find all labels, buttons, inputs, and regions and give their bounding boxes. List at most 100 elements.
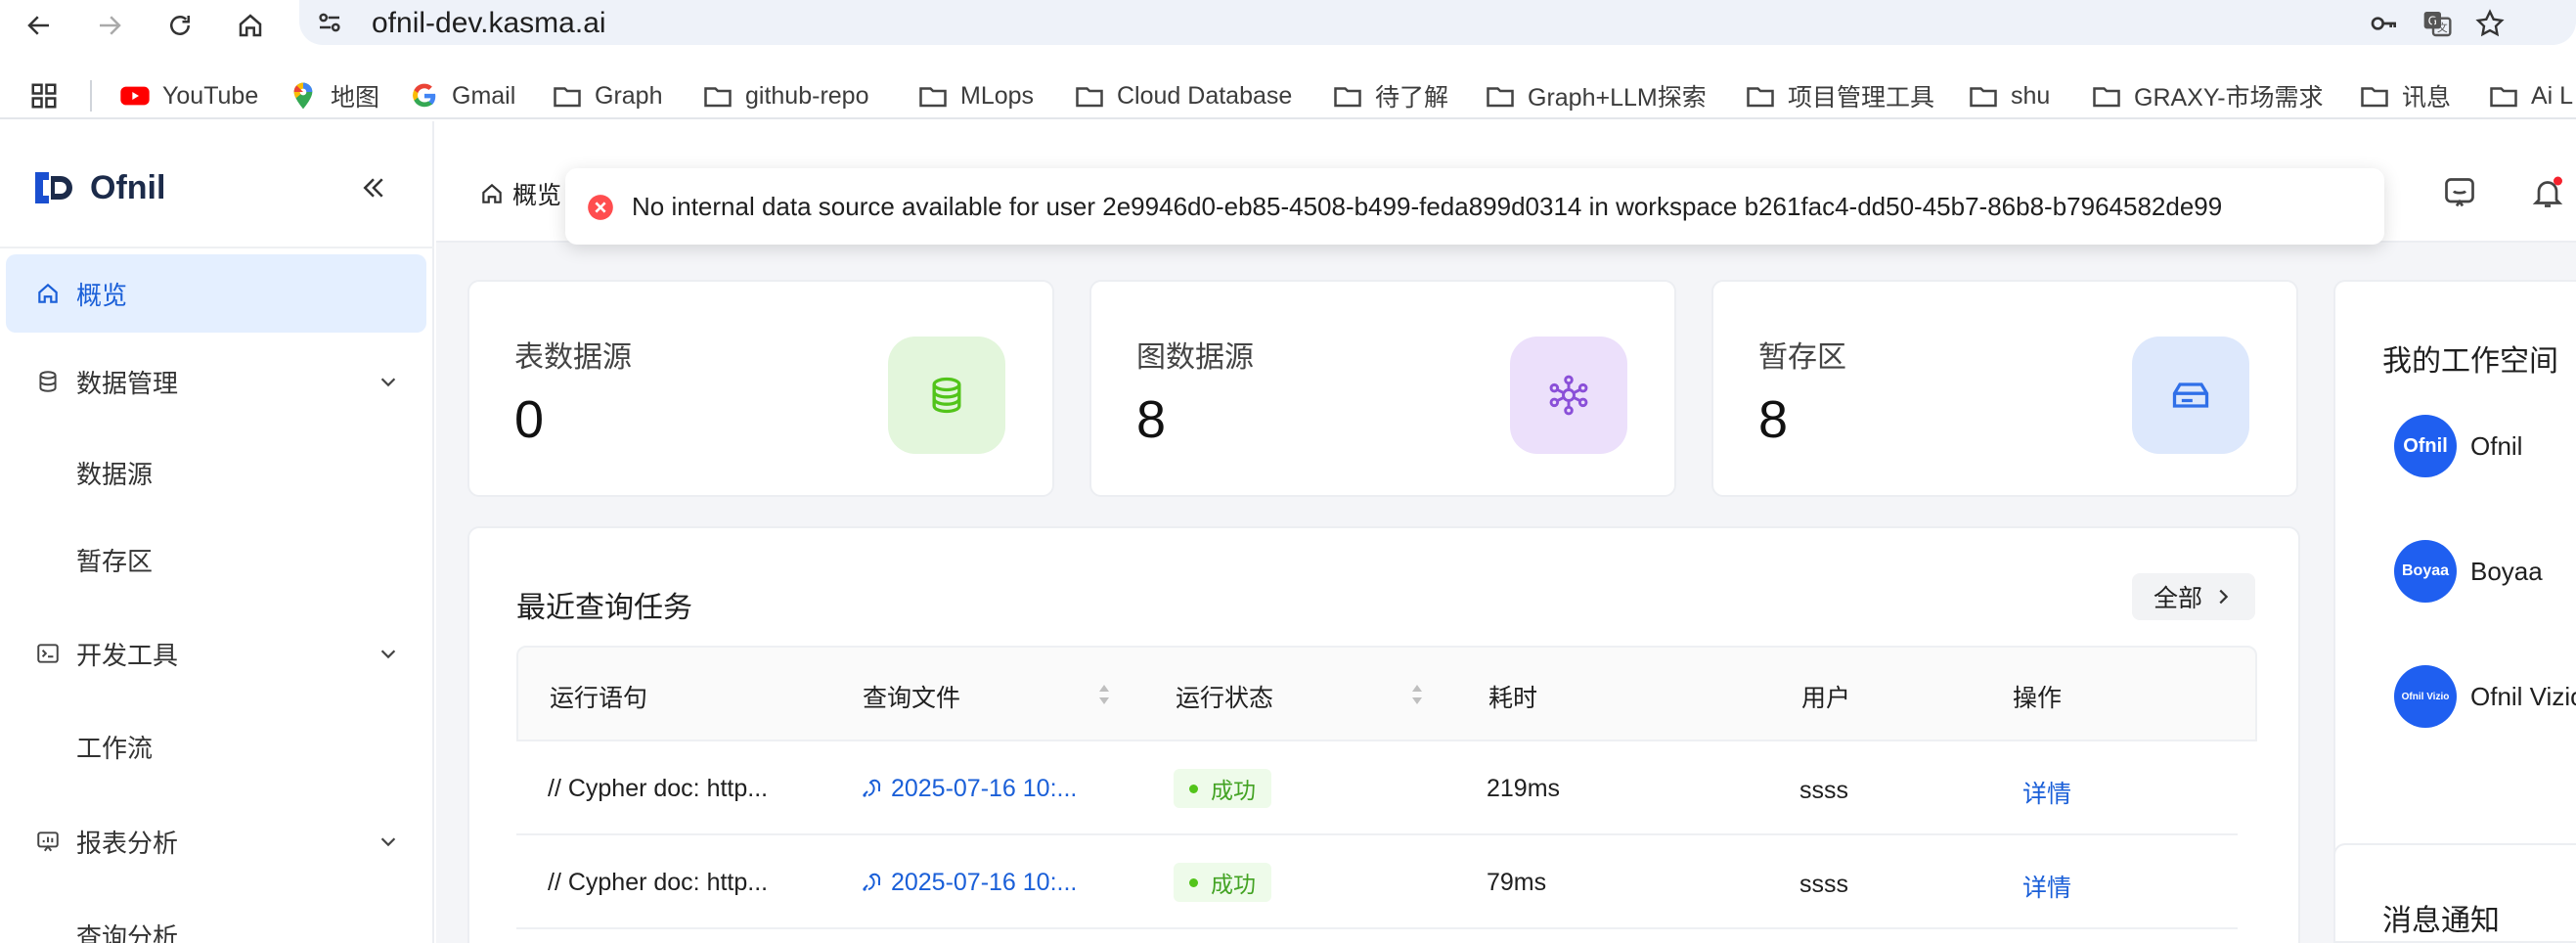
bookmark-folder[interactable]: github-repo [702,76,868,115]
bookmarks-bar: YouTube 地图 Gmail Graph github-repo MLops… [0,70,2576,119]
workspace-name: Ofnil Vizio [2470,681,2576,711]
back-button[interactable] [18,4,61,47]
folder-icon [917,80,949,112]
breadcrumb[interactable]: 概览 [479,176,561,211]
bookmark-folder[interactable]: 待了解 [1332,76,1448,115]
graph-network-icon [1510,337,1627,454]
column-header: 操作 [2013,685,2063,712]
forward-button[interactable] [88,4,131,47]
view-all-button[interactable]: 全部 [2132,573,2255,620]
breadcrumb-label: 概览 [512,182,562,209]
translate-icon[interactable]: G文 [2421,8,2453,39]
sort-icon[interactable] [1097,681,1111,708]
reload-button[interactable] [158,4,201,47]
bookmark-label: Gmail [452,81,516,110]
duration-cell: 79ms [1487,869,1547,896]
bookmark-label: 项目管理工具 [1788,84,1935,112]
folder-icon [702,80,733,112]
address-bar[interactable]: ofnil-dev.kasma.ai G文 [299,0,2576,45]
bookmark-folder[interactable]: Cloud Database [1074,76,1292,115]
home-icon [239,14,262,37]
bookmark-label: 地图 [331,84,380,112]
sidebar-item-label: 数据管理 [76,368,179,398]
bookmark-star-icon[interactable] [2474,8,2506,39]
stat-title: 图数据源 [1136,341,1254,374]
sidebar-item-query-analysis[interactable]: 查询分析 [76,918,178,943]
sort-icon[interactable] [1410,681,1424,708]
workspace-item[interactable]: Ofnil Ofnil [2394,415,2522,477]
collapse-sidebar-button[interactable] [356,170,391,205]
home-button[interactable] [229,4,272,47]
details-link[interactable]: 详情 [2022,869,2071,904]
bookmark-gmail[interactable]: Gmail [409,76,515,115]
bookmark-label: MLops [960,81,1035,110]
query-file-icon [863,779,881,797]
workspace-item[interactable]: Ofnil Vizio Ofnil Vizio [2394,665,2576,728]
sidebar-item-data-management[interactable]: 数据管理 [6,342,426,421]
apps-grid-icon[interactable] [29,81,59,111]
query-file-link[interactable]: 2025-07-16 10:... [861,775,1077,803]
bookmark-folder[interactable]: shu [1968,76,2050,115]
workspaces-card: 我的工作空间 Ofnil Ofnil Boyaa Boyaa Ofnil Viz… [2333,280,2576,929]
bookmark-maps[interactable]: 地图 [288,76,379,115]
table-row: // Cypher doc: http... 2025-07-16 10:...… [516,835,2238,929]
maps-icon [288,80,319,112]
sidebar-item-staging[interactable]: 暂存区 [76,542,153,578]
sidebar: Ofnil 概览 数据管理 数据源 暂存区 开发工具 工作流 报表分析 查询分析 [0,121,434,943]
password-key-icon[interactable] [2369,8,2400,39]
home-icon [33,279,63,308]
sidebar-item-overview[interactable]: 概览 [6,254,426,333]
bookmark-label: Ai L [2531,81,2574,110]
duration-cell: 219ms [1487,775,1561,802]
bookmark-folder[interactable]: Graph+LLM探索 [1485,76,1707,115]
folder-icon [552,80,583,112]
brand-name: Ofnil [90,168,166,206]
bookmark-folder[interactable]: 项目管理工具 [1745,76,1934,115]
status-badge: 成功 [1174,769,1271,808]
url-text[interactable]: ofnil-dev.kasma.ai [372,7,606,40]
bookmark-youtube[interactable]: YouTube [119,76,258,115]
sidebar-item-reports[interactable]: 报表分析 [6,802,426,880]
bookmarks-separator [90,80,92,112]
bookmark-folder[interactable]: MLops [917,76,1034,115]
stat-card-table-sources[interactable]: 表数据源 0 [467,280,1054,497]
workspace-item[interactable]: Boyaa Boyaa [2394,540,2543,603]
column-header: 耗时 [1488,685,1538,712]
query-file-label: 2025-07-16 10:... [890,775,1078,802]
recent-tasks-card: 最近查询任务 全部 运行语句 查询文件 运行状态 耗时 用户 操作 // Cyp… [467,526,2300,943]
bookmark-folder[interactable]: Graph [552,76,662,115]
bookmark-folder[interactable]: GRAXY-市场需求 [2091,76,2324,115]
error-circle-icon [588,195,613,220]
sidebar-item-dev-tools[interactable]: 开发工具 [6,614,426,693]
stat-card-graph-sources[interactable]: 图数据源 8 [1089,280,1676,497]
bookmark-folder[interactable]: 讯息 [2359,76,2451,115]
google-icon [409,80,440,112]
bookmark-label: Cloud Database [1117,81,1293,110]
sidebar-item-label: 概览 [76,280,128,310]
details-link[interactable]: 详情 [2022,775,2071,810]
chevron-down-icon [378,371,399,392]
folder-icon [2488,80,2519,112]
storage-drive-icon [2132,337,2249,454]
bookmark-label: 待了解 [1375,84,1449,112]
home-icon [482,183,502,203]
app-root: Ofnil 概览 数据管理 数据源 暂存区 开发工具 工作流 报表分析 查询分析 [0,121,2576,943]
stat-value: 8 [1136,390,1167,449]
bookmark-folder[interactable]: Ai L [2488,76,2576,115]
error-toast: No internal data source available for us… [565,168,2384,245]
reload-icon [170,16,190,35]
column-header[interactable]: 查询文件 [863,679,960,714]
report-icon [33,827,63,856]
stat-title: 表数据源 [514,341,632,374]
table-header: 运行语句 查询文件 运行状态 耗时 用户 操作 [516,646,2257,741]
stat-card-staging[interactable]: 暂存区 8 [1711,280,2298,497]
bell-icon[interactable] [2527,172,2568,213]
brand-logo[interactable]: Ofnil [31,168,165,207]
sidebar-item-label: 报表分析 [76,828,179,858]
site-settings-icon[interactable] [315,8,344,37]
query-file-link[interactable]: 2025-07-16 10:... [861,869,1077,897]
sidebar-item-datasource[interactable]: 数据源 [76,455,153,491]
column-header[interactable]: 运行状态 [1176,679,1273,714]
feedback-icon[interactable] [2439,172,2480,213]
sidebar-item-workflow[interactable]: 工作流 [76,729,153,765]
